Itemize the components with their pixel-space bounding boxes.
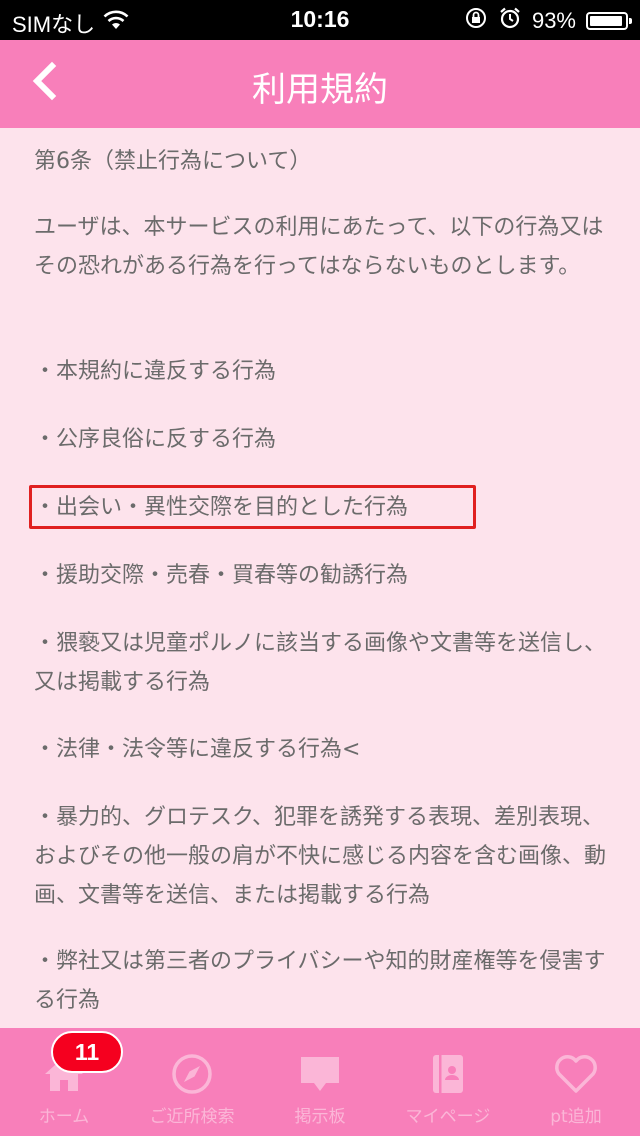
status-bar: SIMなし 10:16 93% [0,0,640,40]
prohibited-item: ・弊社又は第三者のプライバシーや知的財産権等を侵害する行為 [34,949,606,1013]
highlight-box [29,485,476,529]
alarm-icon [498,6,522,36]
compass-icon [168,1050,216,1098]
tab-nearby-search[interactable]: ご近所検索 [128,1028,256,1136]
tab-label: ご近所検索 [149,1107,235,1127]
terms-content[interactable]: 第6条（禁止行為について） ユーザは、本サービスの利用にあたって、以下の行為又は… [0,128,640,1028]
tab-bulletin-board[interactable]: 掲示板 [256,1028,384,1136]
tab-my-page[interactable]: マイページ [384,1028,512,1136]
tab-add-points[interactable]: pt追加 [512,1028,640,1136]
tab-label: マイページ [405,1107,491,1127]
section-heading: 第6条（禁止行為について） [34,149,312,174]
terms-paragraph: ユーザは、本サービスの利用にあたって、以下の行為又はその恐れがある行為を行っては… [34,215,604,279]
status-right: 93% [464,6,632,36]
prohibited-item: ・公序良俗に反する行為 [34,427,277,452]
tab-label: ホーム [38,1107,90,1127]
page-title: 利用規約 [252,70,388,110]
notification-badge: 11 [51,1031,123,1073]
heart-icon [552,1050,600,1098]
chat-bubble-icon [296,1050,344,1098]
nav-bar: 利用規約 [0,40,640,128]
battery-fill [590,16,622,26]
prohibited-item: ・援助交際・売春・買春等の勧誘行為 [34,563,409,588]
prohibited-item: ・暴力的、グロテスク、犯罪を誘発する表現、差別表現、およびその他一般の肩が不快に… [34,805,607,908]
notebook-icon [424,1050,472,1098]
tab-label: pt追加 [550,1107,602,1127]
battery-percent: 93% [531,8,576,33]
prohibited-item: ・法律・法令等に違反する行為< [34,737,361,762]
prohibited-item: ・猥褻又は児童ポルノに該当する画像や文書等を送信し、又は掲載する行為 [34,631,607,695]
prohibited-item: ・本規約に違反する行為 [34,359,277,384]
battery-icon [586,12,632,30]
tab-label: 掲示板 [294,1107,346,1127]
orientation-lock-icon [464,6,488,36]
